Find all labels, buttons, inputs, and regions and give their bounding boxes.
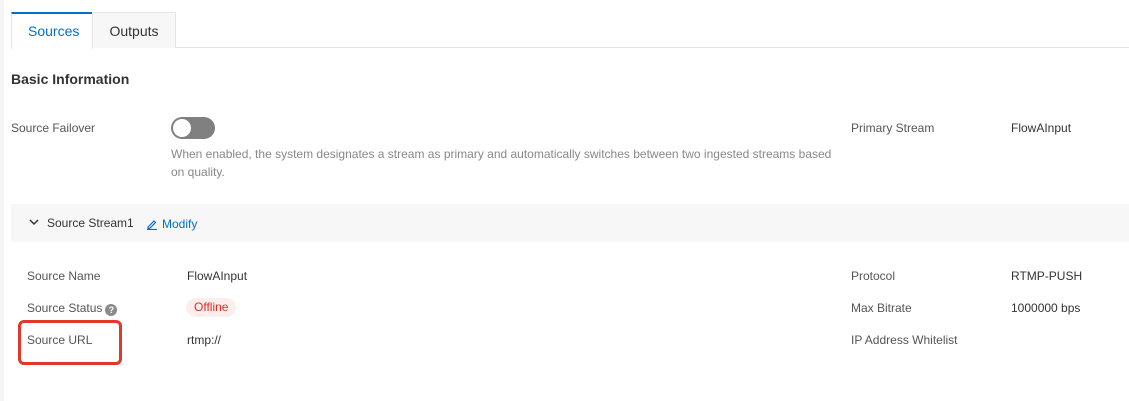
source-stream-title: Source Stream1 — [47, 216, 134, 230]
source-status-label: Source Status? — [27, 301, 118, 316]
source-failover-toggle[interactable] — [171, 117, 215, 139]
pencil-icon — [147, 220, 157, 230]
source-stream-panel-header[interactable]: Source Stream1 Modify — [11, 204, 1129, 242]
source-status-label-text: Source Status — [27, 301, 103, 315]
tab-sources[interactable]: Sources — [11, 12, 93, 49]
source-url-highlight-box — [18, 320, 122, 365]
source-url-value: rtmp:// — [187, 333, 222, 347]
tab-outputs[interactable]: Outputs — [92, 12, 176, 48]
ip-whitelist-label: IP Address Whitelist — [851, 333, 958, 347]
tab-bar: Sources Outputs — [11, 12, 1129, 49]
max-bitrate-value: 1000000 bps — [1011, 301, 1081, 315]
chevron-down-icon[interactable] — [29, 217, 39, 227]
source-name-label: Source Name — [27, 269, 101, 283]
protocol-label: Protocol — [851, 269, 896, 283]
status-badge: Offline — [186, 298, 237, 317]
left-edge — [0, 0, 4, 401]
max-bitrate-label: Max Bitrate — [851, 301, 912, 315]
source-name-value: FlowAInput — [187, 269, 248, 283]
primary-stream-value: FlowAInput — [1011, 121, 1072, 135]
section-title: Basic Information — [11, 71, 130, 87]
question-circle-icon[interactable]: ? — [105, 304, 118, 316]
primary-stream-label: Primary Stream — [851, 121, 935, 135]
protocol-value: RTMP-PUSH — [1011, 269, 1083, 283]
failover-help-text: When enabled, the system designates a st… — [171, 147, 832, 179]
source-failover-label: Source Failover — [11, 121, 96, 135]
toggle-knob — [173, 119, 191, 137]
modify-button[interactable]: Modify — [146, 217, 197, 231]
modify-label: Modify — [162, 217, 198, 231]
